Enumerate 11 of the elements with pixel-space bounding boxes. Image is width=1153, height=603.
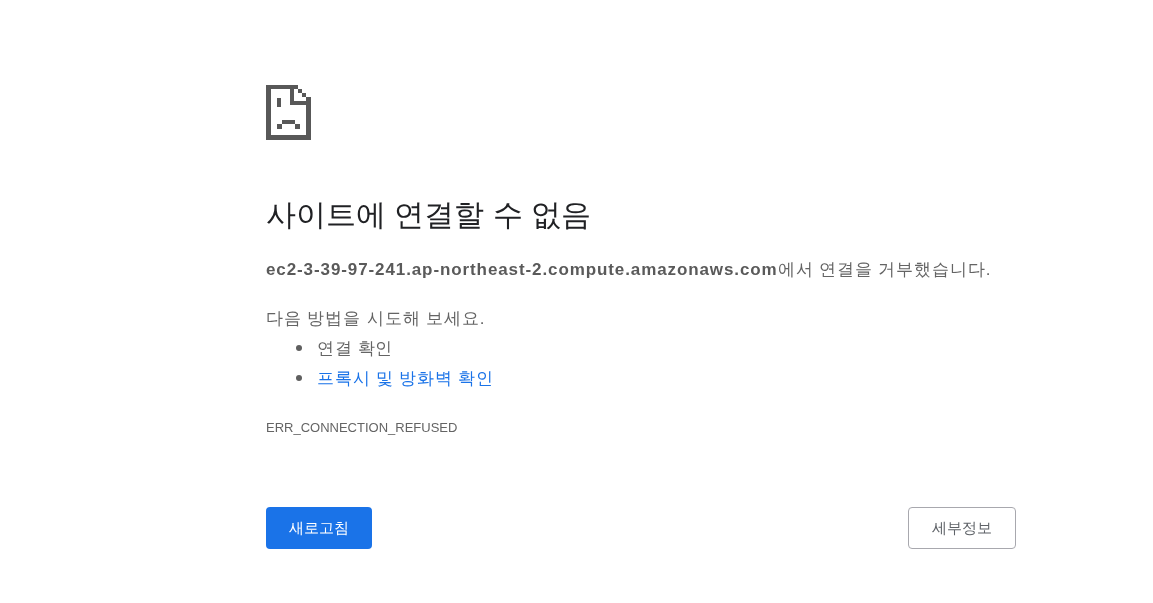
details-button[interactable]: 세부정보 — [908, 507, 1016, 549]
sad-page-icon — [266, 85, 311, 140]
bullet-icon — [296, 345, 302, 351]
error-heading: 사이트에 연결할 수 없음 — [266, 197, 592, 233]
suggestion-link[interactable]: 프록시 및 방화벽 확인 — [317, 366, 494, 390]
suggestion-text: 연결 확인 — [317, 337, 393, 360]
error-message: ec2-3-39-97-241.ap-northeast-2.compute.amazonaws.com에서 연결을 거부했습니다. — [266, 259, 993, 281]
error-code: ERR_CONNECTION_REFUSED — [266, 419, 459, 437]
reload-button[interactable]: 새로고침 — [266, 507, 372, 549]
suggestions-intro: 다음 방법을 시도해 보세요. — [266, 308, 487, 330]
bullet-icon — [296, 375, 302, 381]
